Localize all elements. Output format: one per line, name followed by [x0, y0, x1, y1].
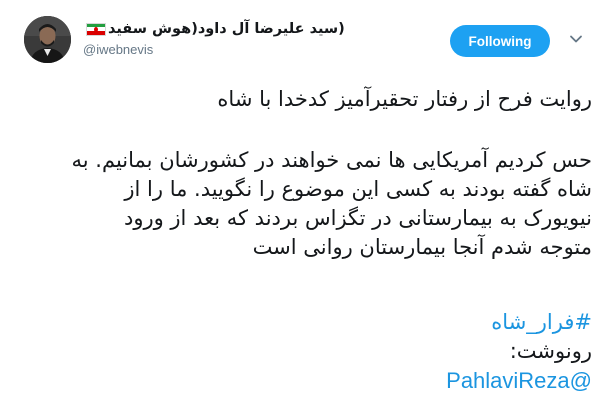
tweet-body-line: شاه گفته بودند به کسی این موضوع را نگویی…	[124, 177, 592, 201]
tweet-body-line: نیویورک به بیمارستانی در تگزاس بردند که …	[123, 206, 592, 230]
tweet-card: سید علیرضا آل داود(هوش سفید ) @iwebnevis…	[0, 0, 607, 404]
author-info: سید علیرضا آل داود(هوش سفید ) @iwebnevis	[83, 19, 423, 57]
tweet-body: حس کردیم آمریکایی ها نمی خواهند در کشورش…	[15, 146, 592, 262]
tweet-body-line: متوجه شدم آنجا بیمارستان روانی است	[252, 235, 592, 259]
cc-label: رونوشت:	[509, 339, 592, 363]
following-button[interactable]: Following	[450, 25, 550, 57]
display-name-paren: )	[338, 21, 345, 37]
display-name-text: سید علیرضا آل داود(هوش سفید	[108, 21, 339, 37]
tweet-body-line: حس کردیم آمریکایی ها نمی خواهند در کشورش…	[71, 148, 592, 172]
tweet-text: روایت فرح از رفتار تحقیرآمیز کدخدا با شا…	[15, 85, 592, 114]
iran-flag-icon	[86, 22, 106, 36]
user-handle[interactable]: @iwebnevis	[83, 42, 423, 57]
tweet-title-line: روایت فرح از رفتار تحقیرآمیز کدخدا با شا…	[217, 87, 592, 111]
tweet-footer: #فرار_شاه رونوشت: @PahlaviReza	[15, 308, 592, 396]
hashtag-link[interactable]: #فرار_شاه	[15, 308, 592, 337]
mention-link[interactable]: @PahlaviReza	[446, 368, 592, 393]
chevron-down-icon[interactable]	[569, 32, 583, 46]
display-name[interactable]: سید علیرضا آل داود(هوش سفید )	[83, 19, 423, 39]
avatar[interactable]	[24, 16, 71, 63]
